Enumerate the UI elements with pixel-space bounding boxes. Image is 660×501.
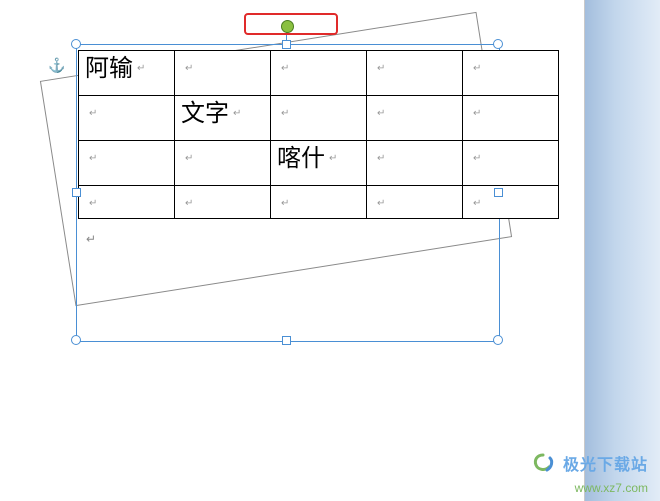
cell-mark-icon: ↵	[473, 198, 481, 209]
table-row: ↵ ↵ ↵ ↵ ↵	[79, 186, 559, 219]
table-cell: 阿输 ↵	[79, 51, 175, 96]
table-cell: ↵	[175, 51, 271, 96]
cell-mark-icon: ↵	[377, 198, 385, 209]
table-cell: 文字 ↵	[175, 96, 271, 141]
resize-handle-s[interactable]	[282, 336, 291, 345]
tutorial-highlight	[244, 13, 338, 35]
cell-mark-icon: ↵	[89, 198, 97, 209]
table-cell: ↵	[271, 51, 367, 96]
table-cell: ↵	[175, 141, 271, 186]
cell-mark-icon: ↵	[377, 153, 385, 164]
table-cell: ↵	[367, 186, 463, 219]
table-cell: ↵	[367, 141, 463, 186]
table-cell: 喀什 ↵	[271, 141, 367, 186]
cell-text: 喀什	[277, 146, 325, 172]
anchor-icon: ⚓	[48, 58, 65, 75]
table-row: 阿输 ↵ ↵ ↵ ↵ ↵	[79, 51, 559, 96]
page-right-edge	[584, 0, 585, 501]
cell-mark-icon: ↵	[377, 108, 385, 119]
resize-handle-sw[interactable]	[71, 335, 81, 345]
cell-mark-icon: ↵	[473, 63, 481, 74]
resize-handle-se[interactable]	[493, 335, 503, 345]
table-cell: ↵	[463, 96, 559, 141]
cell-mark-icon: ↵	[185, 63, 193, 74]
cell-mark-icon: ↵	[185, 153, 193, 164]
resize-handle-e[interactable]	[494, 188, 503, 197]
cell-text: 文字	[181, 101, 229, 127]
table-cell: ↵	[463, 186, 559, 219]
table-cell: ↵	[463, 51, 559, 96]
resize-handle-ne[interactable]	[493, 39, 503, 49]
cell-mark-icon: ↵	[185, 198, 193, 209]
table-cell: ↵	[463, 141, 559, 186]
table-cell: ↵	[79, 186, 175, 219]
cell-mark-icon: ↵	[281, 198, 289, 209]
watermark-logo-icon	[531, 452, 555, 481]
cell-mark-icon: ↵	[233, 108, 241, 119]
cell-mark-icon: ↵	[89, 153, 97, 164]
table-cell: ↵	[271, 186, 367, 219]
cell-mark-icon: ↵	[137, 63, 145, 74]
cell-mark-icon: ↵	[329, 153, 337, 164]
resize-handle-w[interactable]	[72, 188, 81, 197]
app-side-gradient	[585, 0, 660, 501]
cell-mark-icon: ↵	[377, 63, 385, 74]
cell-mark-icon: ↵	[89, 108, 97, 119]
cell-mark-icon: ↵	[281, 108, 289, 119]
paragraph-mark-icon: ↵	[86, 232, 96, 247]
resize-handle-nw[interactable]	[71, 39, 81, 49]
cell-mark-icon: ↵	[473, 108, 481, 119]
table-row: ↵ 文字 ↵ ↵ ↵ ↵	[79, 96, 559, 141]
table-cell: ↵	[79, 141, 175, 186]
resize-handle-n[interactable]	[282, 40, 291, 49]
content-table[interactable]: 阿输 ↵ ↵ ↵ ↵ ↵ ↵ 文字 ↵ ↵ ↵ ↵ ↵ ↵ 喀什 ↵ ↵ ↵ ↵ ↵ …	[78, 50, 559, 219]
table-cell: ↵	[271, 96, 367, 141]
cell-mark-icon: ↵	[473, 153, 481, 164]
table-row: ↵ ↵ 喀什 ↵ ↵ ↵	[79, 141, 559, 186]
table-cell: ↵	[367, 96, 463, 141]
table-cell: ↵	[175, 186, 271, 219]
table-cell: ↵	[367, 51, 463, 96]
table-cell: ↵	[79, 96, 175, 141]
cell-text: 阿输	[85, 56, 133, 82]
cell-mark-icon: ↵	[281, 63, 289, 74]
